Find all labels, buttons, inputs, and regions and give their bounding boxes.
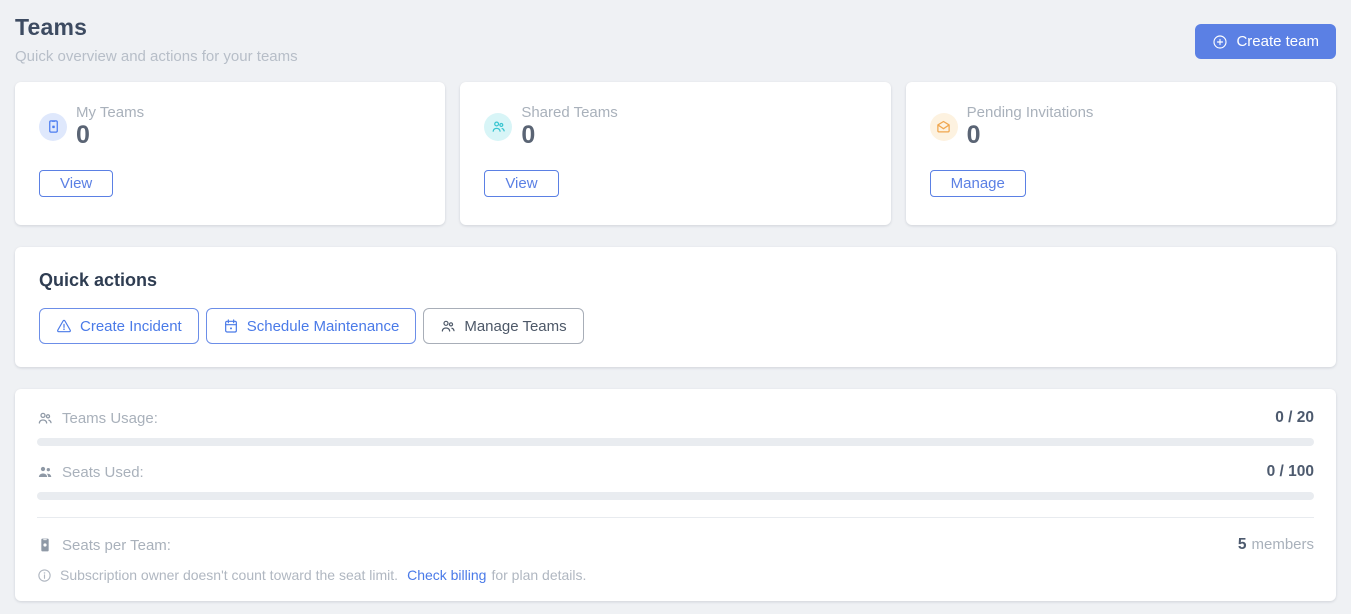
shared-teams-card-header: Shared Teams 0 bbox=[484, 104, 866, 150]
my-teams-card: My Teams 0 View bbox=[15, 82, 445, 225]
teams-usage-label: Teams Usage: bbox=[62, 410, 158, 427]
shared-teams-card: Shared Teams 0 View bbox=[460, 82, 890, 225]
pending-invitations-manage-button[interactable]: Manage bbox=[930, 170, 1026, 197]
manage-teams-button[interactable]: Manage Teams bbox=[423, 308, 583, 344]
calendar-icon bbox=[223, 318, 239, 334]
create-incident-button-label: Create Incident bbox=[80, 318, 182, 335]
page-title: Teams bbox=[15, 14, 298, 41]
my-teams-card-text: My Teams 0 bbox=[76, 104, 144, 150]
seats-per-team-label-group: Seats per Team: bbox=[37, 537, 171, 554]
seats-per-team-row: Seats per Team: 5members bbox=[37, 536, 1314, 554]
create-incident-button[interactable]: Create Incident bbox=[39, 308, 199, 344]
my-teams-count: 0 bbox=[76, 121, 144, 150]
id-badge-icon bbox=[39, 113, 67, 141]
teams-usage-value: 0 / 20 bbox=[1275, 409, 1314, 427]
page-header-text: Teams Quick overview and actions for you… bbox=[15, 14, 298, 65]
plus-circle-icon bbox=[1212, 34, 1228, 50]
pending-invitations-card: Pending Invitations 0 Manage bbox=[906, 82, 1336, 225]
seats-used-row: Seats Used: 0 / 100 bbox=[37, 463, 1314, 481]
shared-teams-card-text: Shared Teams 0 bbox=[521, 104, 617, 150]
manage-teams-button-label: Manage Teams bbox=[464, 318, 566, 335]
schedule-maintenance-button-label: Schedule Maintenance bbox=[247, 318, 400, 335]
stats-cards-row: My Teams 0 View Shared Teams 0 View bbox=[15, 82, 1336, 225]
my-teams-label: My Teams bbox=[76, 104, 144, 121]
users-filled-icon bbox=[37, 464, 53, 480]
seats-per-team-value: 5 bbox=[1238, 536, 1247, 553]
pending-invitations-card-header: Pending Invitations 0 bbox=[930, 104, 1312, 150]
seats-used-label: Seats Used: bbox=[62, 464, 144, 481]
pending-invitations-count: 0 bbox=[967, 121, 1094, 150]
schedule-maintenance-button[interactable]: Schedule Maintenance bbox=[206, 308, 417, 344]
shared-teams-label: Shared Teams bbox=[521, 104, 617, 121]
users-icon bbox=[484, 113, 512, 141]
seats-per-team-label: Seats per Team: bbox=[62, 537, 171, 554]
shared-teams-count: 0 bbox=[521, 121, 617, 150]
users-outline-icon bbox=[37, 410, 53, 426]
usage-divider bbox=[37, 517, 1314, 518]
check-billing-link[interactable]: Check billing bbox=[407, 567, 486, 583]
quick-actions-buttons: Create Incident Schedule Maintenance Man… bbox=[39, 308, 1312, 344]
info-circle-icon bbox=[37, 568, 60, 583]
quick-actions-title: Quick actions bbox=[39, 270, 1312, 291]
create-team-button[interactable]: Create team bbox=[1195, 24, 1336, 59]
teams-usage-progressbar bbox=[37, 438, 1314, 446]
shared-teams-view-button[interactable]: View bbox=[484, 170, 558, 197]
seats-used-progressbar bbox=[37, 492, 1314, 500]
create-team-button-label: Create team bbox=[1236, 33, 1319, 50]
seat-limit-note-suffix: for plan details. bbox=[491, 567, 586, 583]
envelope-open-icon bbox=[930, 113, 958, 141]
teams-usage-row: Teams Usage: 0 / 20 bbox=[37, 409, 1314, 427]
users-icon bbox=[440, 318, 456, 334]
teams-page: Teams Quick overview and actions for you… bbox=[0, 0, 1351, 601]
page-header: Teams Quick overview and actions for you… bbox=[15, 14, 1336, 65]
my-teams-card-header: My Teams 0 bbox=[39, 104, 421, 150]
warning-triangle-icon bbox=[56, 318, 72, 334]
pending-invitations-label: Pending Invitations bbox=[967, 104, 1094, 121]
teams-usage-label-group: Teams Usage: bbox=[37, 410, 158, 427]
seat-limit-note-text: Subscription owner doesn't count toward … bbox=[60, 567, 398, 583]
seats-per-team-value-suffix: members bbox=[1251, 536, 1314, 553]
quick-actions-panel: Quick actions Create Incident Schedule M… bbox=[15, 247, 1336, 367]
my-teams-view-button[interactable]: View bbox=[39, 170, 113, 197]
seats-used-label-group: Seats Used: bbox=[37, 464, 144, 481]
page-subtitle: Quick overview and actions for your team… bbox=[15, 48, 298, 65]
seats-used-value: 0 / 100 bbox=[1267, 463, 1314, 481]
pending-invitations-card-text: Pending Invitations 0 bbox=[967, 104, 1094, 150]
seat-limit-note: Subscription owner doesn't count toward … bbox=[37, 567, 1314, 583]
usage-panel: Teams Usage: 0 / 20 Seats Used: 0 / 100 bbox=[15, 389, 1336, 601]
id-badge-filled-icon bbox=[37, 537, 53, 553]
seats-per-team-value-group: 5members bbox=[1238, 536, 1314, 554]
